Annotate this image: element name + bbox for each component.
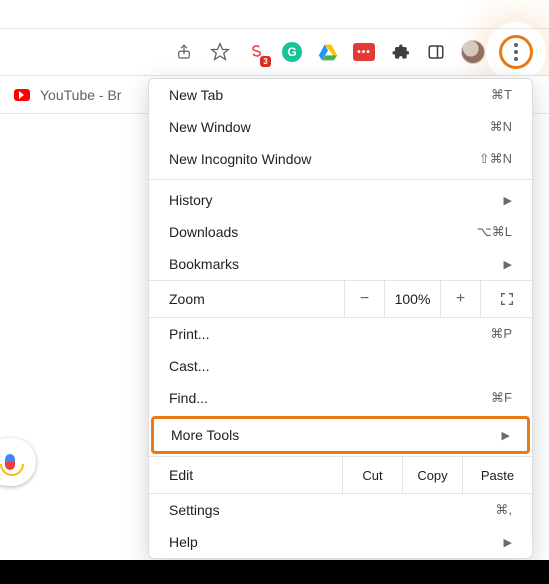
menu-item-label: Settings (169, 502, 495, 518)
menu-bookmarks[interactable]: Bookmarks ▶ (149, 248, 532, 280)
youtube-icon (14, 89, 30, 101)
menu-downloads[interactable]: Downloads ⌥⌘L (149, 216, 532, 248)
menu-item-shortcut: ⌥⌘L (477, 224, 512, 240)
menu-edit-row: Edit Cut Copy Paste (149, 456, 532, 494)
extension-lastpass-icon[interactable]: ••• (353, 41, 375, 63)
menu-item-label: New Tab (169, 87, 491, 103)
menu-item-label: Downloads (169, 224, 477, 240)
zoom-value: 100% (384, 281, 440, 317)
menu-item-label: History (169, 192, 504, 208)
extension-s-icon[interactable]: 3 (245, 41, 267, 63)
menu-item-label: New Window (169, 119, 490, 135)
menu-item-shortcut: ⌘, (495, 502, 512, 518)
microphone-icon (5, 454, 15, 470)
profile-avatar[interactable] (461, 40, 485, 64)
menu-item-label: Print... (169, 326, 490, 342)
menu-item-label: Cast... (169, 358, 512, 374)
voice-search-button[interactable] (0, 438, 36, 486)
chevron-right-icon: ▶ (504, 258, 512, 271)
menu-item-label: More Tools (171, 427, 502, 443)
side-panel-icon[interactable] (425, 41, 447, 63)
menu-item-label: Bookmarks (169, 256, 504, 272)
chevron-right-icon: ▶ (504, 536, 512, 549)
menu-find[interactable]: Find... ⌘F (149, 382, 532, 414)
menu-item-shortcut: ⇧⌘N (479, 151, 512, 167)
extension-badge: 3 (260, 56, 271, 67)
edit-copy-button[interactable]: Copy (402, 457, 462, 493)
bookmark-star-icon[interactable] (209, 41, 231, 63)
menu-item-shortcut: ⌘P (490, 326, 512, 342)
menu-zoom-row: Zoom − 100% + (149, 280, 532, 318)
zoom-in-button[interactable]: + (440, 281, 480, 317)
chevron-right-icon: ▶ (502, 429, 510, 442)
menu-item-shortcut: ⌘F (491, 390, 512, 406)
chevron-right-icon: ▶ (504, 194, 512, 207)
extension-drive-icon[interactable] (317, 41, 339, 63)
chrome-menu: New Tab ⌘T New Window ⌘N New Incognito W… (148, 78, 533, 559)
menu-item-shortcut: ⌘N (490, 119, 512, 135)
menu-print[interactable]: Print... ⌘P (149, 318, 532, 350)
extensions-icon[interactable] (389, 41, 411, 63)
kebab-icon (514, 43, 518, 61)
edit-cut-button[interactable]: Cut (342, 457, 402, 493)
menu-settings[interactable]: Settings ⌘, (149, 494, 532, 526)
menu-new-tab[interactable]: New Tab ⌘T (149, 79, 532, 111)
menu-edit-label: Edit (149, 457, 342, 493)
fullscreen-button[interactable] (480, 281, 532, 317)
edit-paste-button[interactable]: Paste (462, 457, 532, 493)
menu-more-tools[interactable]: More Tools ▶ (151, 416, 530, 454)
browser-toolbar: 3 G ••• (0, 28, 549, 76)
menu-help[interactable]: Help ▶ (149, 526, 532, 558)
menu-separator (149, 179, 532, 180)
menu-item-label: New Incognito Window (169, 151, 479, 167)
share-icon[interactable] (173, 41, 195, 63)
menu-new-incognito[interactable]: New Incognito Window ⇧⌘N (149, 143, 532, 175)
menu-item-label: Find... (169, 390, 491, 406)
menu-zoom-label: Zoom (149, 281, 344, 317)
menu-new-window[interactable]: New Window ⌘N (149, 111, 532, 143)
zoom-out-button[interactable]: − (344, 281, 384, 317)
menu-item-label: Help (169, 534, 504, 550)
bookmark-item[interactable]: YouTube - Br (40, 87, 121, 103)
menu-cast[interactable]: Cast... (149, 350, 532, 382)
bottom-bar (0, 560, 549, 584)
chrome-menu-button[interactable] (499, 35, 533, 69)
fullscreen-icon (499, 291, 515, 307)
extension-grammarly-icon[interactable]: G (281, 41, 303, 63)
menu-item-shortcut: ⌘T (491, 87, 512, 103)
menu-history[interactable]: History ▶ (149, 184, 532, 216)
